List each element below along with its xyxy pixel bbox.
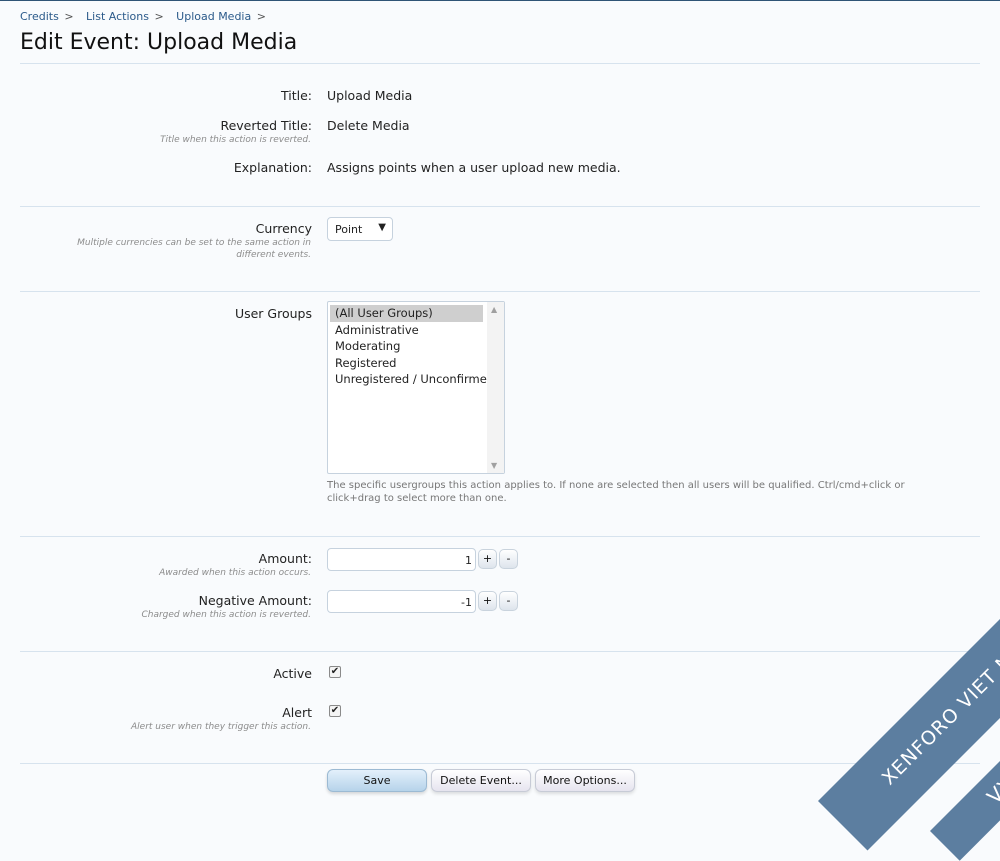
user-group-option[interactable]: (All User Groups): [330, 305, 483, 322]
title-label: Title:: [281, 88, 312, 103]
dropdown-arrow-icon: ▼: [378, 222, 386, 233]
amount-increment-button[interactable]: +: [478, 549, 497, 569]
currency-selected-value: Point: [335, 223, 363, 236]
save-button[interactable]: Save: [327, 769, 427, 792]
divider: [20, 763, 980, 764]
currency-select[interactable]: Point ▼: [327, 217, 393, 241]
breadcrumb-item-credits[interactable]: Credits >: [20, 10, 74, 23]
active-label: Active: [273, 666, 312, 681]
more-options-button[interactable]: More Options...: [535, 769, 635, 792]
breadcrumb-label[interactable]: List Actions: [86, 10, 149, 23]
negative-amount-hint: Charged when this action is reverted.: [141, 610, 311, 620]
negative-amount-increment-button[interactable]: +: [478, 591, 497, 611]
divider: [20, 651, 980, 652]
breadcrumb-label[interactable]: Credits: [20, 10, 59, 23]
negative-amount-input[interactable]: -1: [327, 590, 476, 613]
breadcrumb-separator: >: [64, 10, 74, 23]
user-groups-explain: The specific usergroups this action appl…: [327, 480, 905, 504]
breadcrumb-item-upload-media[interactable]: Upload Media >: [176, 10, 266, 23]
delete-event-button[interactable]: Delete Event...: [431, 769, 531, 792]
page-title: Edit Event: Upload Media: [20, 30, 298, 55]
breadcrumb-label[interactable]: Upload Media: [176, 10, 251, 23]
breadcrumb-separator: >: [154, 10, 164, 23]
user-groups-listbox[interactable]: (All User Groups) Administrative Moderat…: [327, 301, 505, 474]
active-checkbox[interactable]: ✔: [329, 666, 341, 678]
divider: [20, 536, 980, 537]
negative-amount-decrement-button[interactable]: -: [499, 591, 518, 611]
reverted-title-value: Delete Media: [327, 118, 410, 133]
user-groups-label: User Groups: [234, 306, 312, 321]
amount-hint: Awarded when this action occurs.: [159, 568, 311, 578]
title-value: Upload Media: [327, 88, 413, 103]
amount-label: Amount:: [258, 551, 312, 566]
breadcrumb-separator: >: [256, 10, 266, 23]
scroll-up-arrow-icon[interactable]: ▲: [491, 305, 497, 314]
negative-amount-label: Negative Amount:: [198, 593, 312, 608]
divider: [20, 63, 980, 64]
currency-label: Currency: [255, 221, 312, 236]
listbox-scrollbar[interactable]: ▲ ▼: [487, 302, 504, 473]
currency-hint: Multiple currencies can be set to the sa…: [77, 238, 311, 260]
reverted-title-label: Reverted Title:: [220, 118, 312, 133]
scroll-down-arrow-icon[interactable]: ▼: [491, 461, 497, 470]
alert-checkbox[interactable]: ✔: [329, 705, 341, 717]
alert-label: Alert: [282, 705, 312, 720]
amount-decrement-button[interactable]: -: [499, 549, 518, 569]
user-group-option[interactable]: Registered: [330, 355, 483, 372]
divider: [20, 206, 980, 207]
breadcrumb-item-list-actions[interactable]: List Actions >: [86, 10, 164, 23]
user-group-option[interactable]: Moderating: [330, 338, 483, 355]
explanation-label: Explanation:: [233, 160, 312, 175]
divider: [20, 291, 980, 292]
user-group-option[interactable]: Unregistered / Unconfirmed: [330, 371, 494, 388]
user-group-option[interactable]: Administrative: [330, 322, 483, 339]
breadcrumb: Credits > List Actions > Upload Media >: [20, 10, 275, 23]
reverted-title-hint: Title when this action is reverted.: [160, 135, 311, 145]
amount-input[interactable]: 1: [327, 548, 476, 571]
explanation-value: Assigns points when a user upload new me…: [327, 160, 621, 175]
alert-hint: Alert user when they trigger this action…: [131, 722, 311, 732]
